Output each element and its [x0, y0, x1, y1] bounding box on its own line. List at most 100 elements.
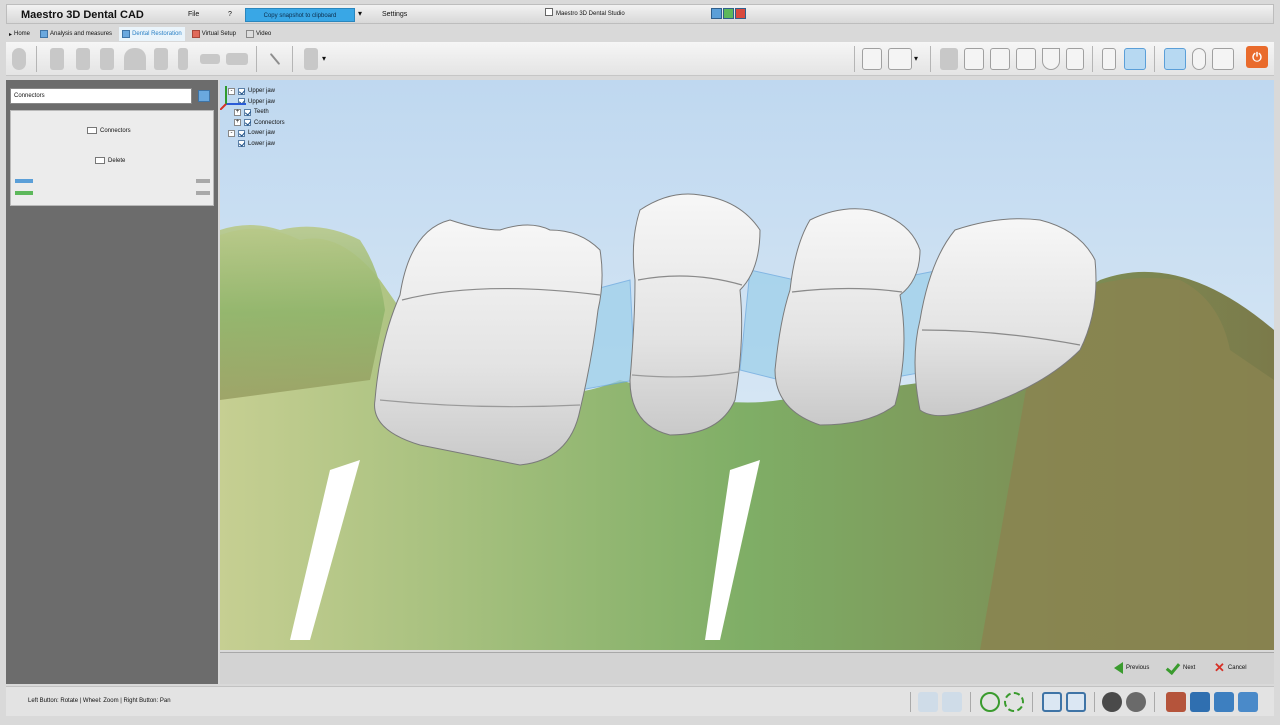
tree-label: Teeth	[254, 109, 269, 115]
menu-help[interactable]: ?	[228, 11, 232, 18]
close-button[interactable]	[735, 8, 746, 19]
tab-video[interactable]: Video	[243, 27, 274, 41]
3d-viewport[interactable]: - Upper jaw Upper jaw + Teeth + Connectors …	[220, 80, 1274, 650]
panel-go-button[interactable]	[198, 90, 210, 102]
copy-snapshot-button[interactable]: Copy snapshot to clipboard	[245, 8, 355, 22]
checkbox-icon[interactable]	[238, 129, 245, 137]
list-icon[interactable]	[15, 179, 33, 183]
split-view-icon[interactable]	[1124, 48, 1146, 70]
coping-tool-icon[interactable]	[154, 48, 168, 70]
cube-top-icon[interactable]	[1238, 692, 1258, 712]
status-bar: Left Button: Rotate | Wheel: Zoom | Righ…	[6, 686, 1274, 716]
zoom-icon[interactable]	[1192, 48, 1206, 70]
align-right-icon[interactable]	[990, 48, 1010, 70]
menu-file[interactable]: File	[188, 11, 199, 18]
zoom-in-icon[interactable]	[918, 692, 938, 712]
cube-front-icon[interactable]	[1190, 692, 1210, 712]
upload-icon[interactable]	[1102, 48, 1116, 70]
tab-analysis[interactable]: Analysis and measures	[37, 27, 115, 41]
window-title: Maestro 3D Dental Studio	[545, 8, 695, 21]
align-top-icon[interactable]	[1016, 48, 1036, 70]
next-button[interactable]: Next	[1166, 662, 1195, 674]
tree-expander-icon[interactable]: -	[228, 129, 235, 137]
window-checkbox-icon	[545, 8, 553, 16]
x-icon: ✕	[1214, 660, 1225, 675]
crown-3	[774, 208, 921, 426]
cancel-button[interactable]: ✕ Cancel	[1214, 660, 1247, 675]
cube-red-icon[interactable]	[1166, 692, 1186, 712]
connectors-input[interactable]: Connectors	[10, 88, 192, 104]
tree-node[interactable]: Lower jaw	[228, 139, 285, 150]
delete-option[interactable]: Delete	[95, 157, 125, 164]
delete-icon	[95, 157, 105, 164]
video-icon	[246, 30, 255, 38]
power-icon[interactable]: ⏻	[1246, 46, 1268, 68]
zoom-fit-icon[interactable]	[980, 692, 1000, 712]
view-options-icon[interactable]	[1212, 48, 1234, 70]
cancel-label: Cancel	[1227, 665, 1247, 671]
home-view-icon[interactable]	[1164, 48, 1186, 70]
align-center-icon[interactable]	[964, 48, 984, 70]
tree-node[interactable]: + Connectors	[228, 118, 285, 129]
ribbon-toolbar: ▾ ▾ ⏻	[6, 42, 1274, 76]
connectors-option-label: Connectors	[100, 127, 131, 134]
tree-label: Connectors	[254, 119, 285, 126]
tab-virtual-setup[interactable]: Virtual Setup	[189, 27, 239, 41]
tree-label: Lower jaw	[248, 140, 276, 147]
layout-view-icon[interactable]	[888, 48, 912, 70]
pontic-tool-icon[interactable]	[76, 48, 90, 70]
bar-tool-icon[interactable]	[226, 53, 248, 65]
snapshot-dropdown-icon[interactable]: ▾	[358, 9, 362, 18]
cube-side-icon[interactable]	[1214, 692, 1234, 712]
tab-dental-restoration[interactable]: Dental Restoration	[119, 27, 185, 41]
maximize-button[interactable]	[723, 8, 734, 19]
slider-icon[interactable]	[196, 179, 210, 183]
delete-option-label: Delete	[108, 157, 126, 164]
zoom-out-icon[interactable]	[942, 692, 962, 712]
arch-tool-icon[interactable]	[12, 48, 26, 70]
grid-view-icon[interactable]	[862, 48, 882, 70]
shading-smooth-icon[interactable]	[1126, 692, 1146, 712]
shield-tool-icon[interactable]	[304, 48, 318, 70]
inlay-tool-icon[interactable]	[100, 48, 114, 70]
connectors-option[interactable]: Connectors	[87, 127, 131, 134]
checkbox-icon[interactable]	[244, 119, 251, 127]
layout-dropdown-icon[interactable]: ▾	[914, 54, 922, 76]
bridge-tool-icon[interactable]	[124, 48, 146, 70]
align-left-icon[interactable]	[940, 48, 958, 70]
checkbox-icon[interactable]	[238, 140, 245, 148]
jaw-view-icon[interactable]	[1066, 48, 1084, 70]
minimize-button[interactable]	[711, 8, 722, 19]
axis-gizmo-icon	[220, 86, 246, 110]
slider-icon[interactable]	[196, 191, 210, 195]
connector-icon	[87, 127, 97, 134]
crown-tool-icon[interactable]	[50, 48, 64, 70]
line-tool-icon[interactable]	[269, 52, 281, 66]
crown-2	[629, 193, 761, 436]
connector-tool-icon[interactable]	[200, 54, 220, 64]
tooth-view-icon[interactable]	[1042, 48, 1060, 70]
shading-solid-icon[interactable]	[1102, 692, 1122, 712]
left-panel: Connectors Connectors Delete	[6, 80, 218, 684]
tree-expander-icon[interactable]: +	[234, 119, 241, 127]
window-title-text: Maestro 3D Dental Studio	[556, 11, 625, 17]
setup-icon	[191, 30, 200, 38]
status-hint: Left Button: Rotate | Wheel: Zoom | Righ…	[28, 698, 171, 704]
tab-home[interactable]: ▸ Home	[6, 27, 33, 41]
previous-button[interactable]: Previous	[1114, 662, 1149, 674]
crown-1	[374, 219, 603, 466]
tab-video-label: Video	[256, 31, 272, 37]
color-icon[interactable]	[15, 191, 33, 195]
connectors-card: Connectors Delete	[10, 110, 214, 206]
menu-settings[interactable]: Settings	[382, 11, 407, 18]
shield-dropdown-icon[interactable]: ▾	[322, 54, 330, 76]
previous-label: Previous	[1126, 665, 1150, 671]
tab-home-label: Home	[14, 31, 31, 37]
tree-label: Upper jaw	[248, 88, 276, 94]
tree-node[interactable]: - Lower jaw	[228, 128, 285, 139]
perspective-view-icon[interactable]	[1066, 692, 1086, 712]
post-tool-icon[interactable]	[178, 48, 188, 70]
tab-analysis-label: Analysis and measures	[50, 31, 113, 37]
ortho-view-icon[interactable]	[1042, 692, 1062, 712]
zoom-region-icon[interactable]	[1004, 692, 1024, 712]
